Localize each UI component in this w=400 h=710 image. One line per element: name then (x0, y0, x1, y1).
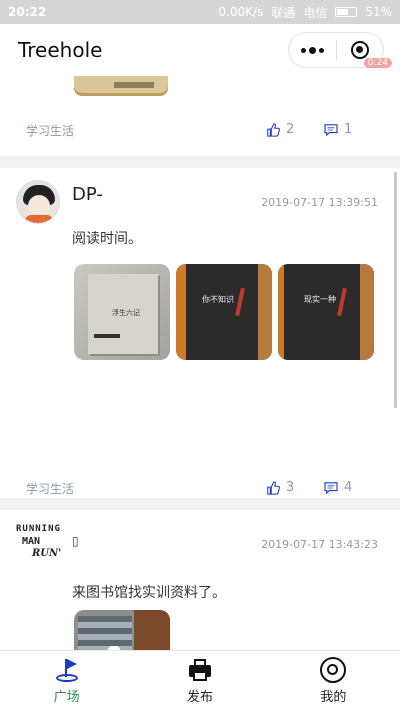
post-image[interactable] (74, 76, 168, 96)
post-content: 阅读时间。 (72, 231, 142, 247)
scrollbar[interactable] (394, 172, 397, 408)
post-timestamp: 2019-07-17 13:39:51 (261, 196, 378, 209)
target-circle-icon (350, 41, 369, 59)
more-button[interactable] (289, 33, 336, 67)
tab-mine[interactable]: 我的 (267, 651, 400, 710)
tab-label: 发布 (186, 689, 213, 705)
more-dots-icon (300, 46, 324, 54)
post-image[interactable] (74, 610, 170, 650)
post-tag[interactable]: 学习生活 (26, 122, 74, 139)
avatar[interactable]: RUNNING MAN RUN' (16, 524, 62, 564)
carrier-1: 联通 (271, 5, 296, 20)
battery-level: 51% (365, 5, 392, 19)
post-card[interactable]: 学习生活 2 1 (0, 76, 400, 156)
battery-icon (335, 7, 358, 17)
profile-circle-icon (320, 656, 347, 683)
post-image[interactable]: 你不知识 (176, 264, 272, 360)
printer-icon (187, 657, 213, 683)
thumbs-up-icon (267, 122, 280, 137)
post-content: 来图书馆找实训资料了。 (72, 585, 226, 601)
app-header: Treehole 0:24 (0, 24, 400, 76)
status-time: 20:22 (8, 5, 47, 19)
avatar[interactable] (16, 180, 60, 224)
tab-square[interactable]: 广场 (0, 651, 133, 710)
comment-count: 1 (344, 122, 353, 137)
post-image[interactable]: 现实一种 (278, 264, 374, 360)
username[interactable]: ▯ (72, 534, 79, 548)
bottom-tabbar: 广场 发布 我的 (0, 650, 400, 710)
post-timestamp: 2019-07-17 13:43:23 (261, 538, 378, 551)
page-title: Treehole (18, 38, 103, 62)
flag-icon (54, 657, 80, 683)
network-speed: 0.00K/s (218, 5, 264, 19)
comment-icon (324, 481, 338, 494)
tab-label: 我的 (320, 689, 347, 705)
avatar-text: RUN' (32, 548, 62, 559)
carrier-2: 电信 (303, 5, 328, 20)
like-button[interactable]: 3 (266, 480, 294, 495)
avatar-text: MAN (22, 536, 41, 547)
comment-button[interactable]: 1 (324, 122, 352, 137)
like-count: 3 (286, 480, 295, 495)
username[interactable]: DP- (72, 184, 103, 205)
timer-badge: 0:24 (363, 58, 392, 68)
comment-button[interactable]: 4 (324, 480, 352, 495)
post-card[interactable]: DP- 2019-07-17 13:39:51 阅读时间。 浮生六记 你不知识 … (0, 168, 400, 498)
post-feed[interactable]: 学习生活 2 1 DP- 2019-07-17 13:39:51 阅读时间。 浮… (0, 76, 400, 650)
post-image-grid: 浮生六记 你不知识 现实一种 (74, 264, 374, 360)
tab-label: 广场 (53, 689, 80, 705)
thumbs-up-icon (267, 480, 280, 495)
comment-icon (324, 123, 338, 136)
like-button[interactable]: 2 (266, 122, 294, 137)
tab-publish[interactable]: 发布 (133, 651, 266, 710)
avatar-text: RUNNING (16, 524, 61, 534)
post-tag[interactable]: 学习生活 (26, 480, 74, 497)
post-card[interactable]: RUNNING MAN RUN' ▯ 2019-07-17 13:43:23 来… (0, 510, 400, 650)
status-bar: 20:22 0.00K/s 联通 电信 51% (0, 0, 400, 24)
comment-count: 4 (344, 480, 353, 495)
post-image[interactable]: 浮生六记 (74, 264, 170, 360)
like-count: 2 (286, 122, 295, 137)
